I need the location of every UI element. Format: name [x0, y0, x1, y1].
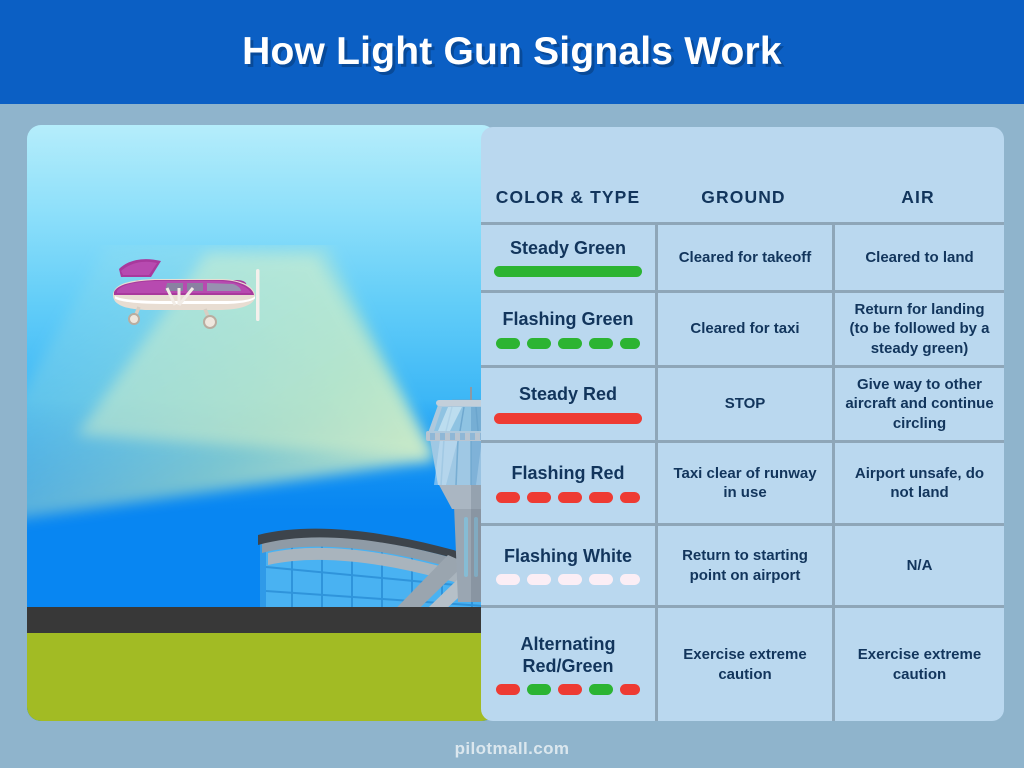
table-header-row: COLOR & TYPE GROUND AIR — [481, 127, 1004, 222]
air-meaning: Give way to other aircraft and continue … — [832, 368, 1004, 440]
air-meaning: N/A — [832, 526, 1004, 605]
table-row: Alternating Red/Green Exercise extreme c… — [481, 605, 1004, 721]
signal-dash — [496, 491, 520, 503]
signal-dash — [496, 574, 520, 586]
grass-field — [27, 633, 496, 721]
signal-dash — [527, 683, 551, 695]
signal-indicator — [494, 266, 642, 278]
ground-meaning: Cleared for takeoff — [655, 225, 832, 290]
signal-indicator — [496, 683, 640, 695]
signal-dash — [558, 574, 582, 586]
signal-dash — [620, 337, 640, 349]
signal-dash — [527, 337, 551, 349]
signal-indicator — [494, 412, 642, 424]
runway-strip — [27, 607, 496, 633]
signal-name: Steady Green — [509, 237, 627, 258]
ground-meaning: STOP — [655, 368, 832, 440]
table-row: Steady Green Cleared for takeoff Cleared… — [481, 222, 1004, 290]
signal-dash — [589, 683, 613, 695]
table-row: Flashing Red Taxi clear of runway in use… — [481, 440, 1004, 523]
signal-dash — [558, 337, 582, 349]
table-row: Flashing Green Cleared for taxi Return f… — [481, 290, 1004, 365]
signal-name: Flashing White — [504, 545, 632, 566]
signal-dash — [558, 683, 582, 695]
airplane — [113, 259, 260, 329]
signal-dash — [527, 574, 551, 586]
title-banner: How Light Gun Signals Work — [0, 0, 1024, 104]
ground-meaning: Exercise extreme caution — [655, 608, 832, 721]
column-header-air: AIR — [901, 187, 935, 207]
signal-name: Flashing Red — [511, 463, 625, 484]
signal-bar-solid — [494, 266, 642, 278]
ground-meaning: Cleared for taxi — [655, 293, 832, 365]
signal-dash — [589, 491, 613, 503]
ground-meaning: Return to starting point on airport — [655, 526, 832, 605]
footer: pilotmall.com — [0, 730, 1024, 768]
illustration-panel — [27, 125, 496, 721]
light-gun-signal-table: COLOR & TYPE GROUND AIR Steady Green Cle… — [481, 127, 1004, 721]
ground-meaning: Taxi clear of runway in use — [655, 443, 832, 523]
signal-cell: Flashing White — [481, 526, 655, 605]
signal-cell: Flashing Green — [481, 293, 655, 365]
signal-indicator — [496, 491, 640, 503]
signal-indicator — [496, 337, 640, 349]
air-meaning: Cleared to land — [832, 225, 1004, 290]
page-title: How Light Gun Signals Work — [242, 30, 782, 73]
signal-cell: Steady Green — [481, 225, 655, 290]
column-header-ground: GROUND — [701, 187, 786, 207]
table-row: Steady Red STOP Give way to other aircra… — [481, 365, 1004, 440]
signal-name: Steady Red — [518, 384, 618, 405]
air-meaning: Airport unsafe, do not land — [832, 443, 1004, 523]
signal-dash — [620, 683, 640, 695]
signal-cell: Steady Red — [481, 368, 655, 440]
signal-dash — [589, 574, 613, 586]
signal-bar-solid — [494, 412, 642, 424]
signal-name: Flashing Green — [502, 309, 634, 330]
source-attribution: pilotmall.com — [454, 739, 570, 758]
air-meaning: Exercise extreme caution — [832, 608, 1004, 721]
air-meaning: Return for landing (to be followed by a … — [832, 293, 1004, 365]
signal-dash — [589, 337, 613, 349]
signal-cell: Alternating Red/Green — [481, 608, 655, 721]
table-row: Flashing White Return to starting point … — [481, 523, 1004, 605]
signal-dash — [620, 491, 640, 503]
signal-cell: Flashing Red — [481, 443, 655, 523]
signal-dash — [620, 574, 640, 586]
signal-indicator — [496, 574, 640, 586]
column-header-color-type: COLOR & TYPE — [495, 187, 641, 207]
signal-dash — [496, 337, 520, 349]
signal-dash — [496, 683, 520, 695]
signal-dash — [527, 491, 551, 503]
signal-name: Alternating Red/Green — [520, 634, 616, 676]
signal-dash — [558, 491, 582, 503]
